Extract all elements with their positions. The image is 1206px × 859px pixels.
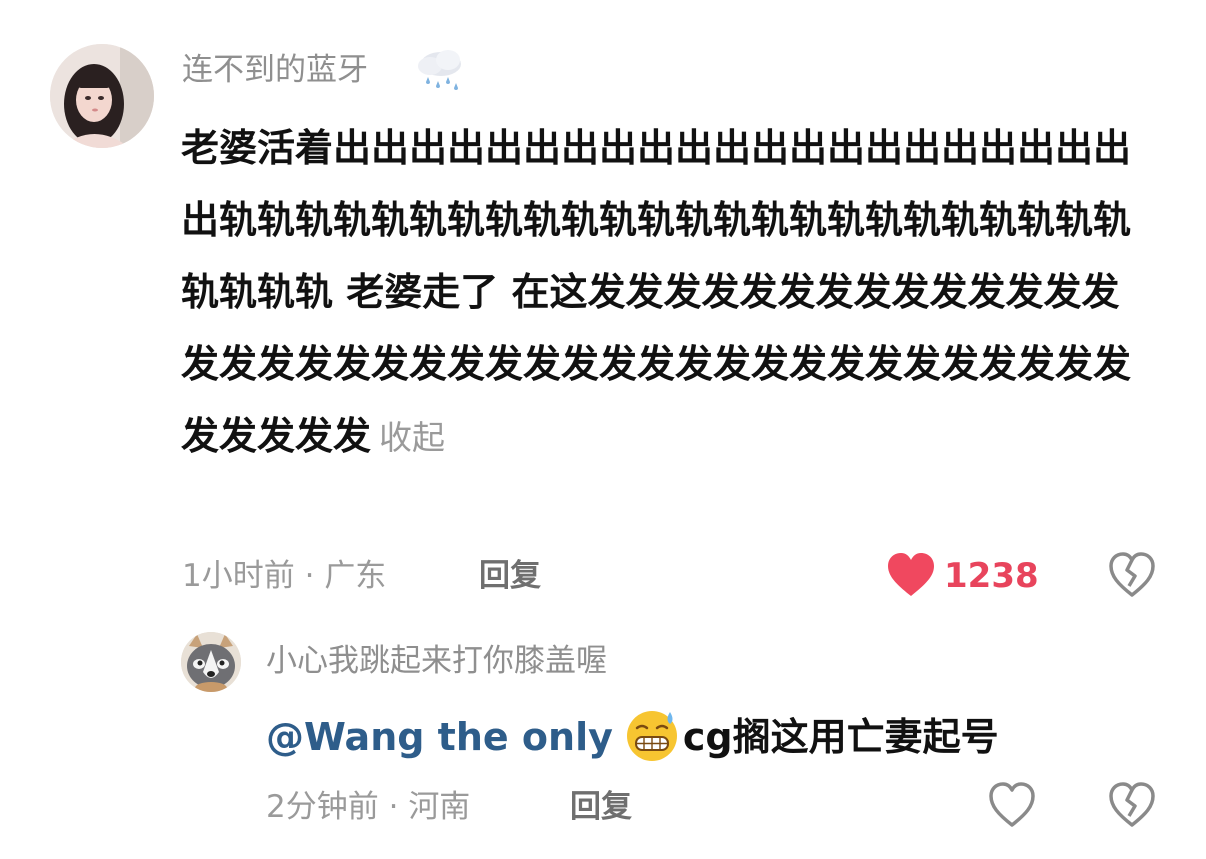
- avatar[interactable]: [50, 44, 154, 148]
- comment-username[interactable]: 连不到的蓝牙: [182, 50, 368, 90]
- reply-time: 2分钟前: [266, 789, 379, 825]
- dislike-button[interactable]: [1108, 552, 1156, 598]
- reply-reply-button[interactable]: 回复: [570, 787, 632, 827]
- broken-heart-icon: [1109, 782, 1155, 827]
- comment-location: 广东: [324, 558, 387, 594]
- heart-outline-icon: [989, 782, 1035, 827]
- reply-body: @Wang the only cg搁这用亡妻起号: [266, 706, 999, 765]
- comment-time: 1小时前: [182, 558, 295, 594]
- broken-heart-icon: [1109, 552, 1155, 597]
- reply-text: cg搁这用亡妻起号: [682, 715, 999, 759]
- mention-link[interactable]: @Wang the only: [266, 715, 613, 759]
- heart-filled-icon: [888, 553, 934, 596]
- rain-cloud-icon: [414, 44, 466, 96]
- reply-username[interactable]: 小心我跳起来打你膝盖喔: [266, 641, 607, 681]
- like-button[interactable]: [886, 552, 936, 598]
- reply-avatar[interactable]: [181, 632, 241, 692]
- reply-like-button[interactable]: [988, 782, 1036, 828]
- grimace-sweat-emoji-icon: [623, 706, 681, 764]
- collapse-button[interactable]: 收起: [379, 418, 445, 457]
- comment-text: 老婆活着出出出出出出出出出出出出出出出出出出出出出出轨轨轨轨轨轨轨轨轨轨轨轨轨轨…: [181, 126, 1132, 458]
- reply-location: 河南: [408, 789, 471, 825]
- meta-separator: ·: [304, 558, 315, 594]
- like-count: 1238: [944, 556, 1039, 596]
- meta-separator: ·: [388, 789, 399, 825]
- husky-avatar-image: [181, 632, 241, 692]
- reply-dislike-button[interactable]: [1108, 782, 1156, 828]
- reply-button[interactable]: 回复: [479, 556, 541, 596]
- avatar-image: [50, 44, 154, 148]
- comment-meta: 1小时前 · 广东: [182, 556, 386, 596]
- comment-body: 老婆活着出出出出出出出出出出出出出出出出出出出出出出轨轨轨轨轨轨轨轨轨轨轨轨轨轨…: [181, 112, 1156, 474]
- reply-meta: 2分钟前 · 河南: [266, 787, 470, 827]
